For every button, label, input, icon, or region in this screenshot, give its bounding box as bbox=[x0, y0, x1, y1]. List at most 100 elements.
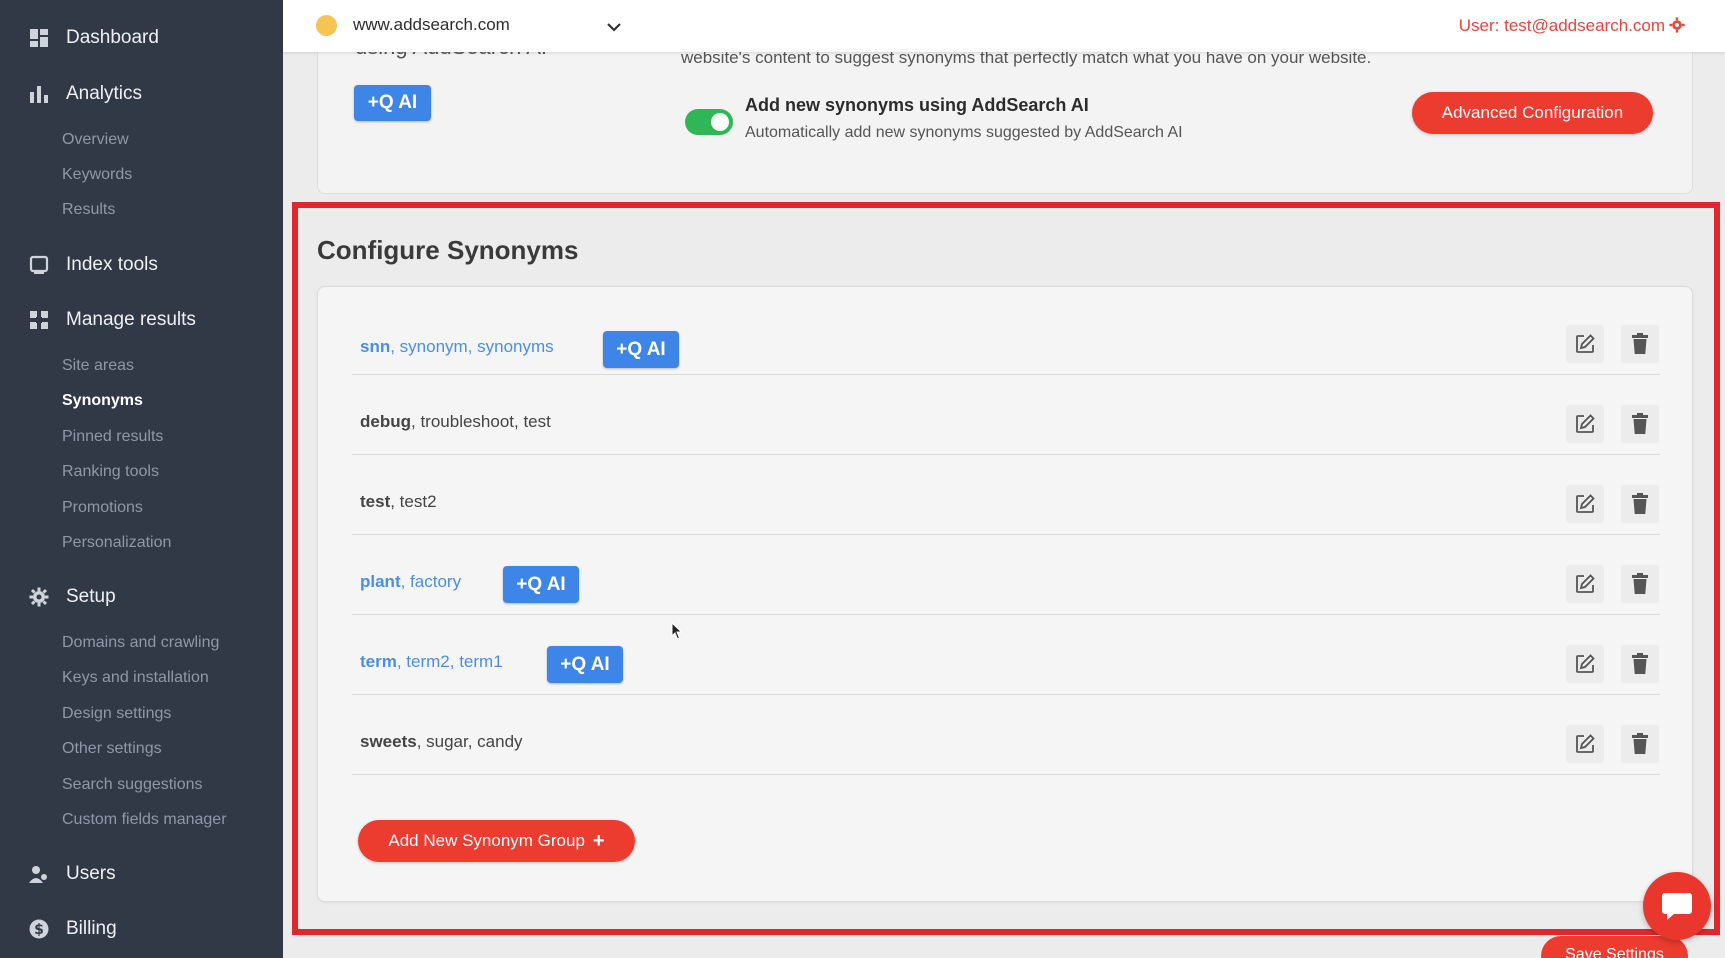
edit-button[interactable] bbox=[1566, 645, 1604, 683]
synonym-row: snn, synonym, synonyms +Q AI bbox=[352, 295, 1660, 375]
index-icon bbox=[28, 254, 50, 276]
edit-button[interactable] bbox=[1566, 405, 1604, 443]
sidebar-item-analytics[interactable]: Analytics bbox=[28, 83, 142, 105]
synonym-row: debug, troubleshoot, test bbox=[352, 375, 1660, 455]
sidebar-subitem-personalization[interactable]: Personalization bbox=[62, 534, 171, 552]
trash-icon bbox=[1632, 333, 1648, 354]
edit-icon bbox=[1576, 334, 1595, 353]
edit-button[interactable] bbox=[1566, 565, 1604, 603]
synonym-primary: sweets bbox=[360, 732, 417, 751]
chat-icon bbox=[1662, 893, 1692, 920]
delete-button[interactable] bbox=[1621, 485, 1659, 523]
synonym-group-text[interactable]: plant, factory bbox=[360, 572, 461, 592]
sidebar-subitem-design-settings[interactable]: Design settings bbox=[62, 705, 171, 723]
sidebar-item-label: Index tools bbox=[66, 254, 158, 275]
top-bar: www.addsearch.com User: test@addsearch.c… bbox=[283, 0, 1725, 52]
section-title: Configure Synonyms bbox=[317, 235, 579, 265]
synonym-rest: , term2, term1 bbox=[396, 652, 503, 671]
sidebar-subitem-synonyms[interactable]: Synonyms bbox=[62, 392, 143, 410]
users-icon bbox=[28, 863, 50, 885]
synonym-primary: term bbox=[360, 652, 397, 671]
synonym-row: plant, factory +Q AI bbox=[352, 535, 1660, 615]
sidebar-item-label: Dashboard bbox=[66, 27, 159, 48]
save-settings-button[interactable]: Save Settings bbox=[1541, 936, 1688, 958]
synonym-group-text[interactable]: test, test2 bbox=[360, 492, 437, 512]
ai-badge[interactable]: +Q AI bbox=[354, 85, 431, 121]
sidebar-item-index-tools[interactable]: Index tools bbox=[28, 254, 158, 276]
sidebar-subitem-results[interactable]: Results bbox=[62, 201, 115, 219]
edit-button[interactable] bbox=[1566, 325, 1604, 363]
synonym-rest: , troubleshoot, test bbox=[411, 412, 551, 431]
manage-icon bbox=[28, 309, 50, 331]
sidebar-item-label: Billing bbox=[66, 918, 117, 939]
sidebar-subitem-other-settings[interactable]: Other settings bbox=[62, 740, 162, 758]
plus-icon: + bbox=[592, 829, 605, 852]
sidebar-subitem-domains-and-crawling[interactable]: Domains and crawling bbox=[62, 634, 219, 652]
sidebar-item-label: Users bbox=[66, 863, 116, 884]
synonym-group-text[interactable]: sweets, sugar, candy bbox=[360, 732, 523, 752]
synonyms-card: snn, synonym, synonyms +Q AI debug, trou… bbox=[317, 286, 1693, 902]
user-gear-icon[interactable] bbox=[1669, 17, 1685, 38]
domain-selector[interactable]: www.addsearch.com bbox=[353, 15, 510, 35]
sidebar-item-users[interactable]: Users bbox=[28, 863, 116, 885]
synonym-group-text[interactable]: debug, troubleshoot, test bbox=[360, 412, 551, 432]
trash-icon bbox=[1632, 573, 1648, 594]
delete-button[interactable] bbox=[1621, 725, 1659, 763]
dollar-icon: $ bbox=[28, 918, 50, 940]
synonym-row: sweets, sugar, candy bbox=[352, 695, 1660, 775]
ai-badge[interactable]: +Q AI bbox=[503, 566, 579, 603]
synonym-rest: , synonym, synonyms bbox=[390, 337, 554, 356]
ai-synonyms-toggle[interactable] bbox=[685, 109, 733, 135]
ai-toggle-subtitle: Automatically add new synonyms suggested… bbox=[745, 124, 1183, 141]
synonym-row: test, test2 bbox=[352, 455, 1660, 535]
sidebar: Dashboard Analytics Overview Keywords Re… bbox=[0, 0, 283, 958]
sidebar-item-dashboard[interactable]: Dashboard bbox=[28, 27, 159, 49]
delete-button[interactable] bbox=[1621, 565, 1659, 603]
sidebar-subitem-keywords[interactable]: Keywords bbox=[62, 166, 132, 184]
synonym-primary: snn bbox=[360, 337, 391, 356]
sidebar-subitem-search-suggestions[interactable]: Search suggestions bbox=[62, 776, 203, 794]
edit-icon bbox=[1576, 574, 1595, 593]
svg-text:$: $ bbox=[34, 922, 44, 938]
synonym-group-text[interactable]: snn, synonym, synonyms bbox=[360, 337, 554, 357]
synonym-group-text[interactable]: term, term2, term1 bbox=[360, 652, 503, 672]
ai-badge[interactable]: +Q AI bbox=[603, 331, 679, 368]
sidebar-subitem-custom-fields-manager[interactable]: Custom fields manager bbox=[62, 811, 227, 829]
edit-icon bbox=[1576, 494, 1595, 513]
synonym-rest: , test2 bbox=[390, 492, 437, 511]
domain-status-dot bbox=[316, 15, 337, 36]
edit-button[interactable] bbox=[1566, 725, 1604, 763]
sidebar-subitem-ranking-tools[interactable]: Ranking tools bbox=[62, 463, 159, 481]
sidebar-subitem-pinned-results[interactable]: Pinned results bbox=[62, 428, 163, 446]
delete-button[interactable] bbox=[1621, 325, 1659, 363]
sidebar-subitem-site-areas[interactable]: Site areas bbox=[62, 357, 134, 375]
sidebar-subitem-promotions[interactable]: Promotions bbox=[62, 499, 143, 517]
delete-button[interactable] bbox=[1621, 645, 1659, 683]
sidebar-item-setup[interactable]: Setup bbox=[28, 586, 116, 608]
sidebar-item-manage-results[interactable]: Manage results bbox=[28, 309, 196, 331]
add-synonym-group-button[interactable]: Add New Synonym Group + bbox=[358, 820, 635, 862]
delete-button[interactable] bbox=[1621, 405, 1659, 443]
chat-button[interactable] bbox=[1643, 872, 1711, 940]
sidebar-item-billing[interactable]: $ Billing bbox=[28, 918, 117, 940]
toggle-knob bbox=[711, 113, 729, 131]
edit-button[interactable] bbox=[1566, 485, 1604, 523]
sidebar-item-label: Setup bbox=[66, 586, 116, 607]
advanced-configuration-button[interactable]: Advanced Configuration bbox=[1412, 92, 1653, 134]
trash-icon bbox=[1632, 413, 1648, 434]
edit-icon bbox=[1576, 734, 1595, 753]
ai-badge[interactable]: +Q AI bbox=[547, 646, 623, 683]
synonym-primary: debug bbox=[360, 412, 411, 431]
bar-chart-icon bbox=[28, 83, 50, 105]
ai-toggle-title: Add new synonyms using AddSearch AI bbox=[745, 95, 1089, 115]
user-menu[interactable]: User: test@addsearch.com bbox=[1459, 16, 1665, 36]
trash-icon bbox=[1632, 493, 1648, 514]
sidebar-subitem-overview[interactable]: Overview bbox=[62, 131, 129, 149]
synonym-rest: , sugar, candy bbox=[416, 732, 523, 751]
edit-icon bbox=[1576, 654, 1595, 673]
sidebar-subitem-keys-and-installation[interactable]: Keys and installation bbox=[62, 669, 209, 687]
chevron-down-icon[interactable] bbox=[603, 16, 625, 38]
sidebar-item-label: Manage results bbox=[66, 309, 196, 330]
gear-icon bbox=[28, 586, 50, 608]
synonym-rest: , factory bbox=[400, 572, 462, 591]
